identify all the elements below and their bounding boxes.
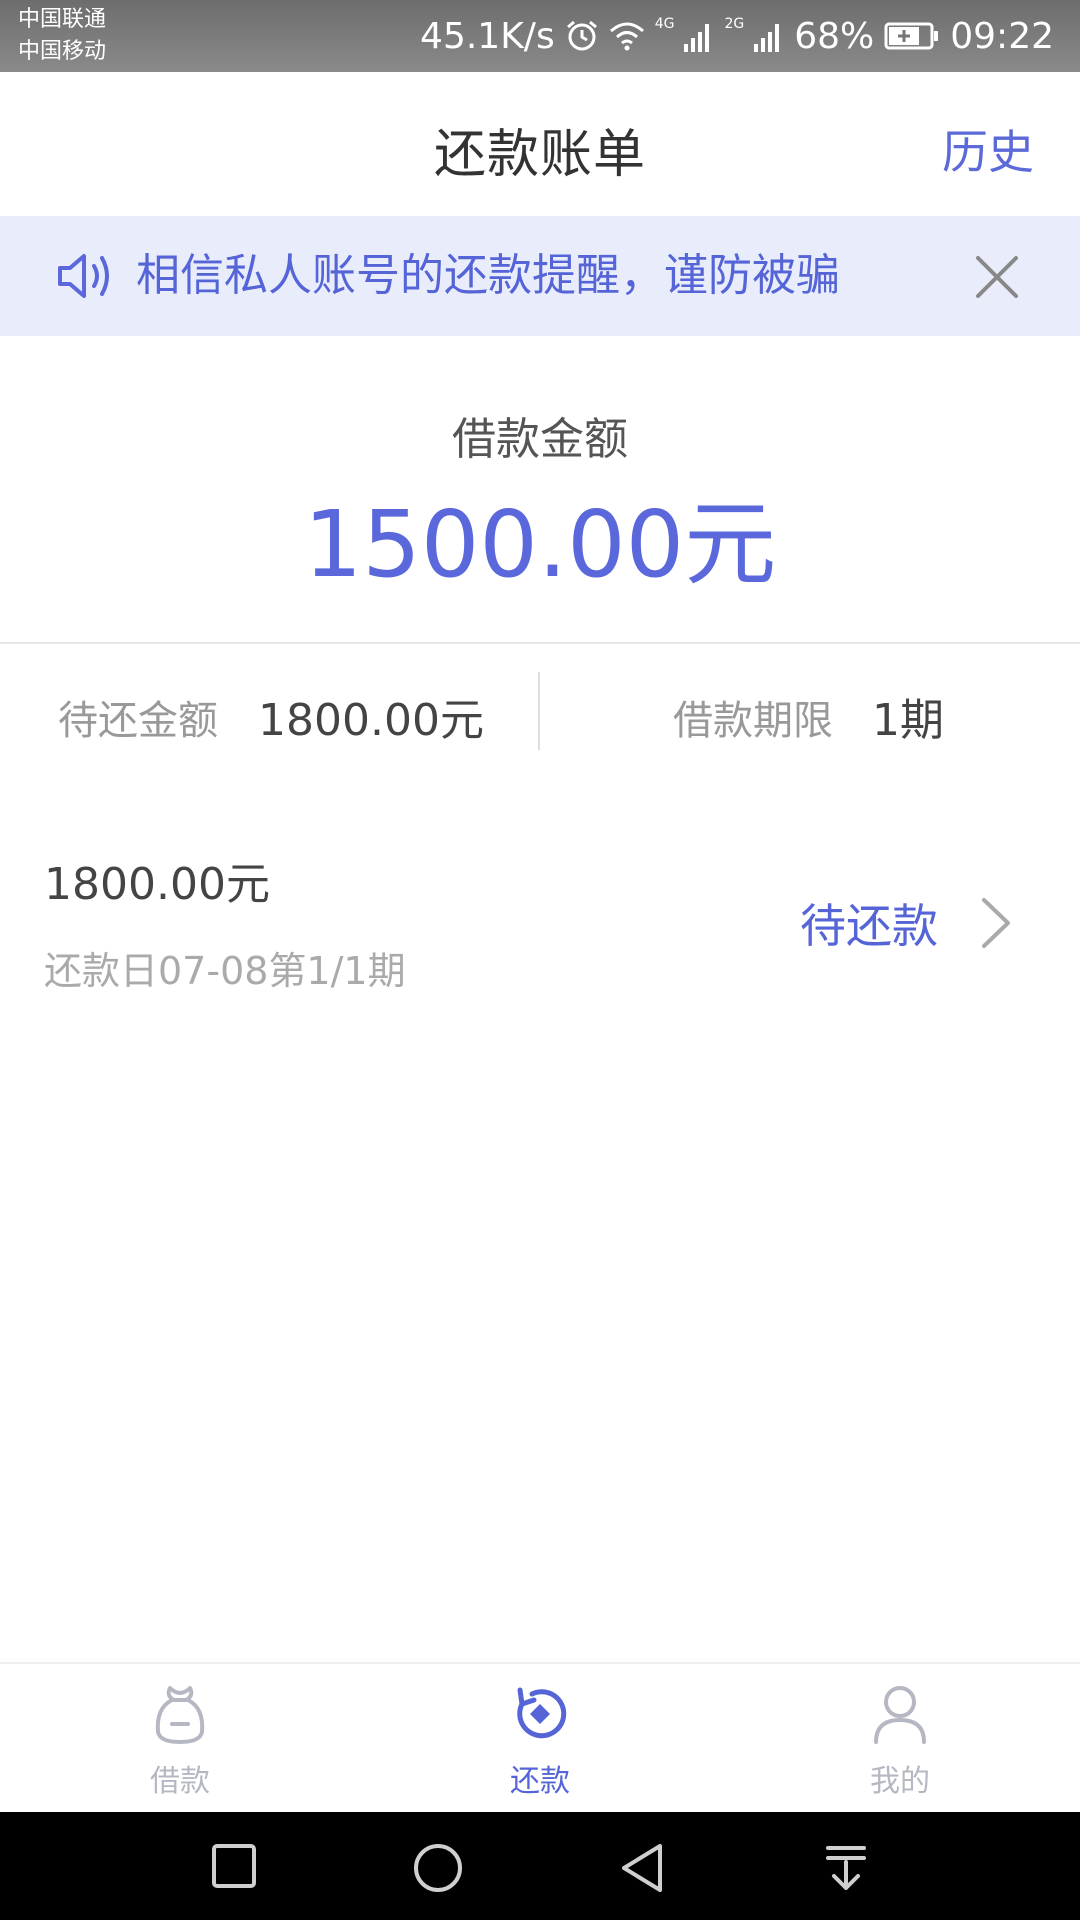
tab-mine-label: 我的 [870,1764,930,1799]
tab-loan[interactable]: 借款 [60,1664,300,1814]
loan-amount-label: 借款金额 [452,414,628,465]
tab-repay-label: 还款 [510,1764,570,1799]
repay-icon [517,1687,567,1739]
network-speed: 45.1K/s [420,15,555,57]
page-title: 还款账单 [433,125,646,185]
bill-list-item[interactable]: 1800.00元 还款日07-08第1/1期 待还款 [0,830,1080,1010]
bill-amount: 1800.00元 [44,859,270,910]
tab-repay[interactable]: 还款 [420,1664,660,1814]
recent-apps-icon[interactable] [210,1842,258,1890]
status-bar: 中国联通 中国移动 45.1K/s 4G 2G 68% 09:22 [0,0,1080,72]
notification-pull-down-icon[interactable] [822,1842,870,1894]
chevron-right-icon [982,898,1010,948]
battery-percent: 68% [794,15,875,57]
due-amount-value: 1800.00元 [258,695,484,746]
bottom-tab-bar: 借款 还款 我的 [0,1662,1080,1814]
alarm-icon [566,20,597,51]
loan-bag-icon [155,1686,205,1744]
notice-text: 相信私人账号的还款提醒，谨防被骗 [136,250,840,301]
tab-loan-label: 借款 [150,1764,210,1799]
network-2g-label: 2G [724,16,745,32]
signal-icon [684,24,710,52]
home-icon[interactable] [412,1842,464,1894]
bill-status: 待还款 [800,899,938,953]
header-bar: 还款账单 历史 [0,72,1080,216]
due-amount-label: 待还金额 [58,698,218,744]
bill-due-date: 还款日07-08第1/1期 [44,949,406,993]
user-icon [874,1686,926,1744]
divider [0,642,1080,644]
summary-separator [538,672,540,750]
wifi-icon [609,22,644,51]
loan-amount-value: 1500.00元 [303,491,777,598]
battery-charging-icon [884,22,939,50]
loan-term-value: 1期 [872,695,944,746]
carrier-1: 中国联通 [18,7,107,32]
history-link[interactable]: 历史 [942,116,1034,182]
close-icon[interactable] [972,252,1022,302]
notice-bar: 相信私人账号的还款提醒，谨防被骗 [0,216,1080,336]
speaker-icon [58,254,109,298]
system-nav-bar [0,1812,1080,1920]
clock-time: 09:22 [950,15,1054,57]
carrier-2: 中国移动 [18,39,107,64]
network-4g-label: 4G [654,16,675,32]
loan-term-label: 借款期限 [673,698,833,744]
tab-mine[interactable]: 我的 [780,1664,1020,1814]
back-icon[interactable] [618,1842,666,1894]
status-indicators: 45.1K/s 4G 2G 68% 09:22 [420,14,1054,58]
signal-icon [754,24,780,52]
